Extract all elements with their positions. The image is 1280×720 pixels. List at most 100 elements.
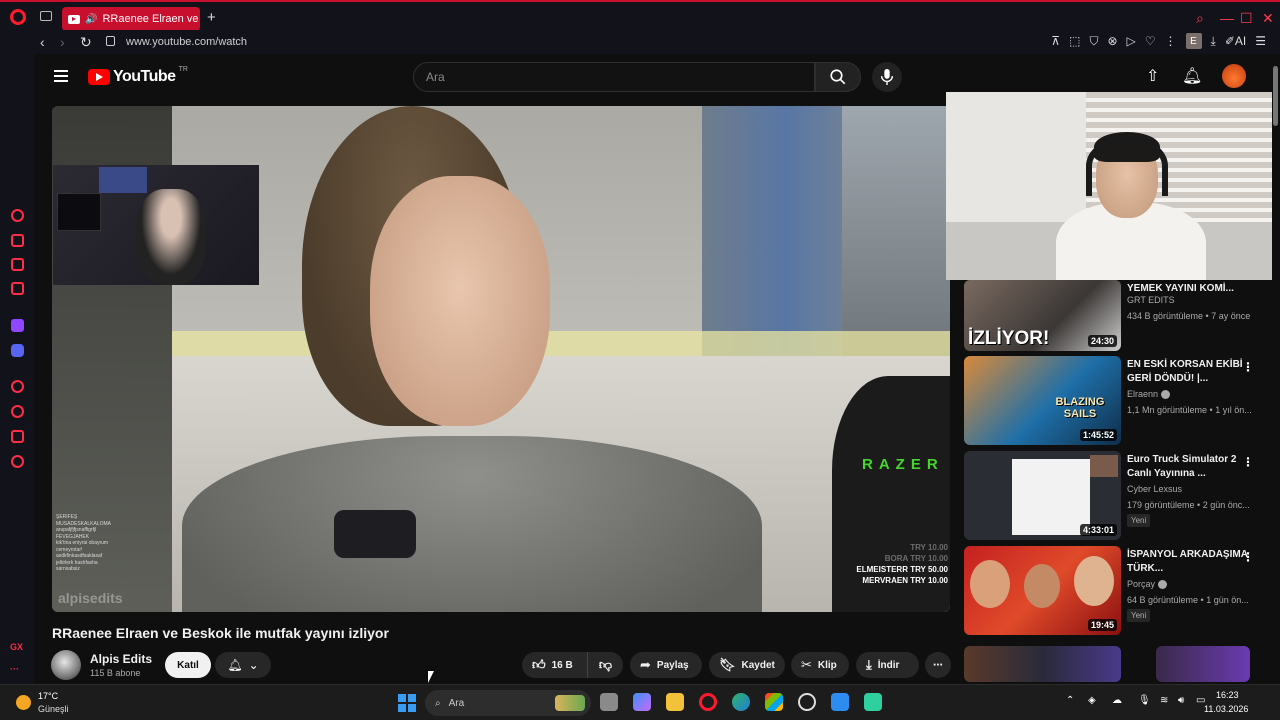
- channel-name[interactable]: Alpis Edits: [90, 652, 152, 666]
- video-thumbnail[interactable]: 19:45: [964, 546, 1121, 635]
- upload-icon[interactable]: ⇧: [1146, 66, 1159, 86]
- video-title-link[interactable]: YEMEK YAYINI KOMİ...: [1127, 282, 1249, 296]
- video-thumbnail[interactable]: [964, 646, 1121, 682]
- youtube-logo[interactable]: YouTube TR: [88, 66, 188, 86]
- messenger-icon[interactable]: [11, 282, 24, 295]
- settings-gear-icon[interactable]: [11, 455, 24, 468]
- weather-temp[interactable]: 17°C: [38, 691, 58, 701]
- list-item[interactable]: [964, 646, 1264, 682]
- windows-start-icon[interactable]: [398, 694, 416, 712]
- vpn-icon[interactable]: ⊗: [1107, 34, 1117, 48]
- voice-search-button[interactable]: [872, 62, 902, 92]
- aria-ai-button[interactable]: ✐AI: [1225, 34, 1246, 48]
- more-options-icon[interactable]: ⋮: [1242, 360, 1254, 374]
- profile-avatar[interactable]: E: [1185, 33, 1202, 49]
- list-item[interactable]: BLAZING SAILS 1:45:52 EN ESKİ KORSAN EKİ…: [964, 356, 1264, 451]
- opera-logo-icon[interactable]: [10, 9, 26, 25]
- extensions-icon[interactable]: [11, 430, 24, 443]
- join-button[interactable]: Katıl: [165, 652, 211, 678]
- clip-button[interactable]: ✂ Klip: [791, 652, 849, 678]
- browser-tab-active[interactable]: 🔊 RRaenee Elraen ve Bes: [62, 7, 200, 31]
- channel-link[interactable]: GRT EDITS: [1127, 295, 1175, 305]
- download-button[interactable]: ⤓ İndir: [856, 652, 919, 678]
- menu-dots-icon[interactable]: ⋮: [1165, 34, 1177, 48]
- crypto-wallet-icon[interactable]: [11, 234, 24, 247]
- sun-icon[interactable]: [16, 695, 31, 710]
- video-player[interactable]: RAZER ŞERIFEŞ MUSADESKALKALOMA arupafjfj…: [52, 106, 950, 612]
- taskbar-search[interactable]: ⌕ Ara: [425, 690, 591, 716]
- gx-icon[interactable]: GX: [10, 642, 23, 652]
- list-item[interactable]: 4:33:01 Euro Truck Simulator 2 Canlı Yay…: [964, 451, 1264, 546]
- video-title-link[interactable]: Euro Truck Simulator 2 Canlı Yayınına ..…: [1127, 453, 1249, 481]
- guide-menu-icon[interactable]: [54, 70, 68, 85]
- discord-icon[interactable]: [11, 344, 24, 357]
- list-item[interactable]: 19:45 İSPANYOL ARKADAŞIMA TÜRK... Porçay…: [964, 546, 1264, 641]
- edge-icon[interactable]: [732, 693, 750, 711]
- url-field[interactable]: www.youtube.com/watch: [126, 36, 247, 48]
- search-tabs-icon[interactable]: ⌕: [1196, 10, 1204, 27]
- video-thumbnail[interactable]: [1156, 646, 1250, 682]
- video-thumbnail[interactable]: İZLİYOR! 24:30: [964, 280, 1121, 351]
- reload-icon[interactable]: ↻: [80, 34, 92, 51]
- channel-link[interactable]: Porçay: [1127, 579, 1168, 590]
- clock-time[interactable]: 16:23: [1216, 690, 1239, 700]
- zoom-icon[interactable]: [831, 693, 849, 711]
- video-thumbnail[interactable]: BLAZING SAILS 1:45:52: [964, 356, 1121, 445]
- save-button[interactable]: 🔖︎ Kaydet: [709, 652, 785, 678]
- tray-app-icon[interactable]: ◈: [1088, 695, 1096, 706]
- clock-date[interactable]: 11.03.2026: [1204, 704, 1248, 714]
- speaker-icon[interactable]: 🔊: [85, 14, 97, 25]
- wifi-icon[interactable]: ≋: [1160, 695, 1168, 706]
- twitch-icon[interactable]: [11, 319, 24, 332]
- opera-gx-taskbar-icon[interactable]: [699, 693, 717, 711]
- channel-link[interactable]: Cyber Lexsus: [1127, 484, 1182, 494]
- file-explorer-icon[interactable]: [666, 693, 684, 711]
- player-icon[interactable]: ▷: [1127, 34, 1136, 48]
- search-input[interactable]: Ara: [413, 62, 815, 92]
- weather-desc[interactable]: Güneşli: [38, 704, 69, 714]
- easy-setup-icon[interactable]: ☰: [1255, 34, 1266, 48]
- more-sidebar-icon[interactable]: ···: [10, 664, 19, 674]
- video-title-link[interactable]: EN ESKİ KORSAN EKİBİ GERİ DÖNDÜ! |...: [1127, 358, 1249, 386]
- account-avatar[interactable]: [1222, 64, 1246, 88]
- store-icon[interactable]: [765, 693, 783, 711]
- notifications-bell-icon[interactable]: 🔔︎: [1182, 66, 1202, 86]
- heart-icon[interactable]: ♡: [1145, 34, 1156, 48]
- video-thumbnail[interactable]: 4:33:01: [964, 451, 1121, 540]
- maximize-icon[interactable]: ☐: [1240, 10, 1253, 27]
- share-button[interactable]: ➦ Paylaş: [630, 652, 702, 678]
- minimize-icon[interactable]: —: [1220, 10, 1234, 26]
- subscription-bell-button[interactable]: 🔔︎ ⌄: [215, 652, 271, 678]
- copilot-icon[interactable]: [633, 693, 651, 711]
- microphone-tray-icon[interactable]: 🎙︎: [1138, 695, 1151, 706]
- aria-icon[interactable]: [11, 209, 24, 222]
- shield-icon[interactable]: ⛉: [1089, 34, 1098, 49]
- tray-chevron-icon[interactable]: ⌃: [1066, 695, 1074, 706]
- whatsapp-icon[interactable]: [864, 693, 882, 711]
- tray-cloud-icon[interactable]: ☁: [1112, 695, 1122, 706]
- player-sidebar-icon[interactable]: [11, 380, 24, 393]
- back-icon[interactable]: ‹: [40, 34, 45, 50]
- channel-avatar[interactable]: [51, 650, 81, 680]
- scrollbar-track[interactable]: [1272, 56, 1280, 684]
- video-title-link[interactable]: İSPANYOL ARKADAŞIMA TÜRK...: [1127, 548, 1249, 576]
- pin-icon[interactable]: ⊼: [1051, 34, 1060, 48]
- download-icon[interactable]: ⤓: [1211, 34, 1216, 49]
- search-button[interactable]: [815, 62, 861, 92]
- tab-island-icon[interactable]: [40, 11, 52, 21]
- more-actions-button[interactable]: ⋯: [925, 652, 951, 678]
- scrollbar-thumb[interactable]: [1273, 66, 1278, 126]
- music-player-icon[interactable]: [11, 258, 24, 271]
- chrome-icon[interactable]: [798, 693, 816, 711]
- channel-link[interactable]: Elraenn: [1127, 389, 1171, 400]
- history-icon[interactable]: [11, 405, 24, 418]
- task-view-icon[interactable]: [600, 693, 618, 711]
- volume-icon[interactable]: 🔊︎: [1178, 695, 1184, 706]
- new-tab-icon[interactable]: +: [207, 9, 216, 26]
- dislike-button[interactable]: 👎︎: [587, 652, 623, 678]
- close-window-icon[interactable]: ✕: [1262, 10, 1274, 27]
- forward-icon[interactable]: ›: [60, 34, 65, 50]
- more-options-icon[interactable]: ⋮: [1242, 550, 1254, 564]
- more-options-icon[interactable]: ⋮: [1242, 455, 1254, 469]
- snapshot-icon[interactable]: ⬚: [1069, 34, 1080, 48]
